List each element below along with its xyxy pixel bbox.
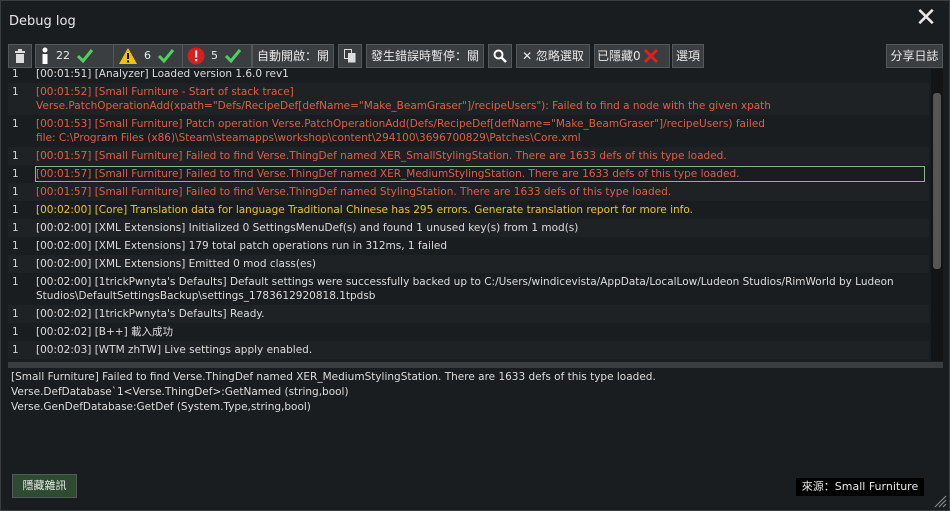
message-count: 22: [56, 49, 70, 62]
log-row-count: 1: [12, 150, 19, 162]
stack-trace-line: Verse.DefDatabase`1<Verse.ThingDef>:GetN…: [11, 386, 349, 398]
log-row[interactable]: 1 [00:02:03] [WTM zhTW] Live settings app…: [8, 341, 929, 359]
log-row[interactable]: 1 [00:01:53] [Small Furniture] Patch oper…: [8, 115, 929, 147]
selected-row-highlight: [35, 166, 925, 182]
log-row-count: 1: [12, 276, 19, 288]
log-row-message: [00:02:00] [Core] Translation data for l…: [36, 203, 926, 217]
log-row[interactable]: 1 [00:01:52] [Small Furniture - Start of …: [8, 83, 929, 115]
log-row-line: [00:02:00] [1trickPwnyta's Defaults] Def…: [36, 276, 894, 288]
log-row-message: [00:02:00] [XML Extensions] Initialized …: [36, 221, 926, 235]
log-row-count: 1: [12, 222, 19, 234]
log-row-count: 1: [12, 186, 19, 198]
log-row-line: file: C:\Program Files (x86)\Steam\steam…: [36, 132, 581, 144]
log-row-line: [00:02:03] [WTM zhTW] Live settings appl…: [36, 344, 313, 356]
log-row[interactable]: 1 [00:01:57] [Small Furniture] Failed to …: [8, 147, 929, 165]
log-list[interactable]: 1 [00:01:51] [Analyzer] Loaded version 1.…: [8, 69, 929, 361]
check-icon: [76, 49, 94, 64]
log-row-count: 1: [12, 258, 19, 270]
log-row-count: 1: [12, 204, 19, 216]
log-row-message: [00:01:57] [Small Furniture] Failed to f…: [36, 185, 926, 199]
log-row-count: 1: [12, 118, 19, 130]
error-filter-button[interactable]: 5: [182, 44, 252, 68]
check-icon: [224, 49, 242, 64]
auto-open-toggle[interactable]: 自動開啟：開: [252, 44, 334, 68]
log-row-count: 1: [12, 308, 19, 320]
stack-trace-line: [Small Furniture] Failed to find Verse.T…: [11, 371, 656, 383]
log-row[interactable]: 1 [00:02:00] [XML Extensions] 179 total p…: [8, 237, 929, 255]
error-count: 5: [211, 49, 218, 62]
message-filter-button[interactable]: 22: [35, 44, 114, 68]
log-row-message: [00:02:00] [XML Extensions] Emitted 0 mo…: [36, 257, 926, 271]
log-row[interactable]: 1 [00:02:02] [B++] 載入成功: [8, 323, 929, 341]
log-row[interactable]: 1 [00:02:00] [XML Extensions] Emitted 0 m…: [8, 255, 929, 273]
log-row-message: [00:01:57] [Small Furniture] Failed to f…: [36, 149, 926, 163]
scroll-thumb[interactable]: [933, 93, 941, 269]
trash-icon[interactable]: [8, 44, 32, 68]
log-row-line: [00:01:52] [Small Furniture - Start of s…: [36, 86, 294, 98]
log-row-count: 1: [12, 326, 19, 338]
info-icon: [42, 47, 48, 64]
log-row-message: [00:02:00] [XML Extensions] 179 total pa…: [36, 239, 926, 253]
log-row[interactable]: 1 [00:02:02] [1trickPwnyta's Defaults] Re…: [8, 305, 929, 323]
log-row-count: 1: [12, 168, 19, 180]
log-row-line: [00:01:53] [Small Furniture] Patch opera…: [36, 118, 765, 130]
options-button[interactable]: 選項: [672, 44, 704, 68]
log-row[interactable]: 1 [00:01:57] [Small Furniture] Failed to …: [8, 165, 929, 183]
share-log-button[interactable]: 分享日誌: [886, 44, 943, 68]
log-row[interactable]: 1 [00:01:57] [Small Furniture] Failed to …: [8, 183, 929, 201]
log-row-count: 1: [12, 69, 19, 80]
log-row-line: [00:02:00] [XML Extensions] Initialized …: [36, 222, 579, 234]
close-icon[interactable]: ✕: [913, 5, 939, 31]
stack-trace-line: Verse.GenDefDatabase:GetDef (System.Type…: [11, 401, 311, 413]
horizontal-divider[interactable]: [8, 362, 943, 368]
log-row-message: [00:01:52] [Small Furniture - Start of s…: [36, 85, 926, 113]
debug-log-window: Debug log ✕ 22 6 5 自動開啟：開 發生錯誤時暫停：關 ✕ 忽略…: [0, 0, 950, 511]
resize-handle-icon[interactable]: [933, 494, 947, 508]
hidden-label: 已隱藏0: [597, 49, 641, 63]
log-row-line: Studios\DefaultSettingsBackup\settings_1…: [36, 290, 376, 302]
log-row-line: [00:02:02] [1trickPwnyta's Defaults] Rea…: [36, 308, 265, 320]
warning-count: 6: [144, 49, 151, 62]
source-label: 來源：Small Furniture: [796, 478, 924, 496]
log-row-line: [00:02:00] [XML Extensions] Emitted 0 mo…: [36, 258, 317, 270]
warning-icon: [119, 48, 137, 64]
log-row-message: [00:02:00] [1trickPwnyta's Defaults] Def…: [36, 275, 926, 303]
log-row-message: [00:02:02] [B++] 載入成功: [36, 325, 926, 339]
log-row-line: [00:01:57] [Small Furniture] Failed to f…: [36, 150, 727, 162]
log-row[interactable]: 1 [00:02:00] [1trickPwnyta's Defaults] De…: [8, 273, 929, 305]
log-row-line: [00:02:02] [B++] 載入成功: [36, 326, 174, 338]
log-row[interactable]: 1 [00:02:00] [Core] Translation data for …: [8, 201, 929, 219]
hide-noise-button[interactable]: 隱藏雜訊: [12, 474, 77, 498]
check-icon: [157, 49, 175, 64]
toolbar: 22 6 5 自動開啟：開 發生錯誤時暫停：關 ✕ 忽略選取 已隱藏0 選項 分…: [8, 44, 944, 68]
error-icon: [187, 47, 205, 65]
log-row-count: 1: [12, 86, 19, 98]
log-row-line: [00:02:00] [Core] Translation data for l…: [36, 204, 693, 216]
log-row-message: [00:01:53] [Small Furniture] Patch opera…: [36, 117, 926, 145]
log-row[interactable]: 1 [00:01:51] [Analyzer] Loaded version 1.…: [8, 69, 929, 83]
search-icon[interactable]: [488, 44, 512, 68]
hidden-button[interactable]: 已隱藏0: [594, 44, 670, 68]
stack-trace-panel: [Small Furniture] Failed to find Verse.T…: [11, 370, 931, 415]
log-row-message: [00:02:03] [WTM zhTW] Live settings appl…: [36, 343, 926, 357]
log-row-line: [00:01:51] [Analyzer] Loaded version 1.6…: [36, 69, 289, 80]
window-title: Debug log: [9, 14, 76, 29]
log-row-message: [00:02:02] [1trickPwnyta's Defaults] Rea…: [36, 307, 926, 321]
log-row-count: 1: [12, 240, 19, 252]
warning-filter-button[interactable]: 6: [113, 44, 183, 68]
x-red-icon: [643, 48, 658, 64]
log-row-line: [00:01:57] [Small Furniture] Failed to f…: [36, 186, 672, 198]
ignore-selection-button[interactable]: ✕ 忽略選取: [516, 44, 590, 68]
log-row-count: 1: [12, 344, 19, 356]
log-row[interactable]: 1[00:02:04] [DPA zhTW] Self-check OK: 35…: [8, 359, 929, 361]
log-row-line: [00:02:00] [XML Extensions] 179 total pa…: [36, 240, 448, 252]
copy-icon[interactable]: [338, 44, 362, 68]
vertical-scrollbar[interactable]: [931, 69, 943, 361]
log-row[interactable]: 1 [00:02:00] [XML Extensions] Initialized…: [8, 219, 929, 237]
log-row-message: [00:01:51] [Analyzer] Loaded version 1.6…: [36, 69, 926, 81]
log-row-line: Verse.PatchOperationAdd(xpath="Defs/Reci…: [36, 100, 771, 112]
pause-on-error-toggle[interactable]: 發生錯誤時暫停：關: [366, 44, 484, 68]
